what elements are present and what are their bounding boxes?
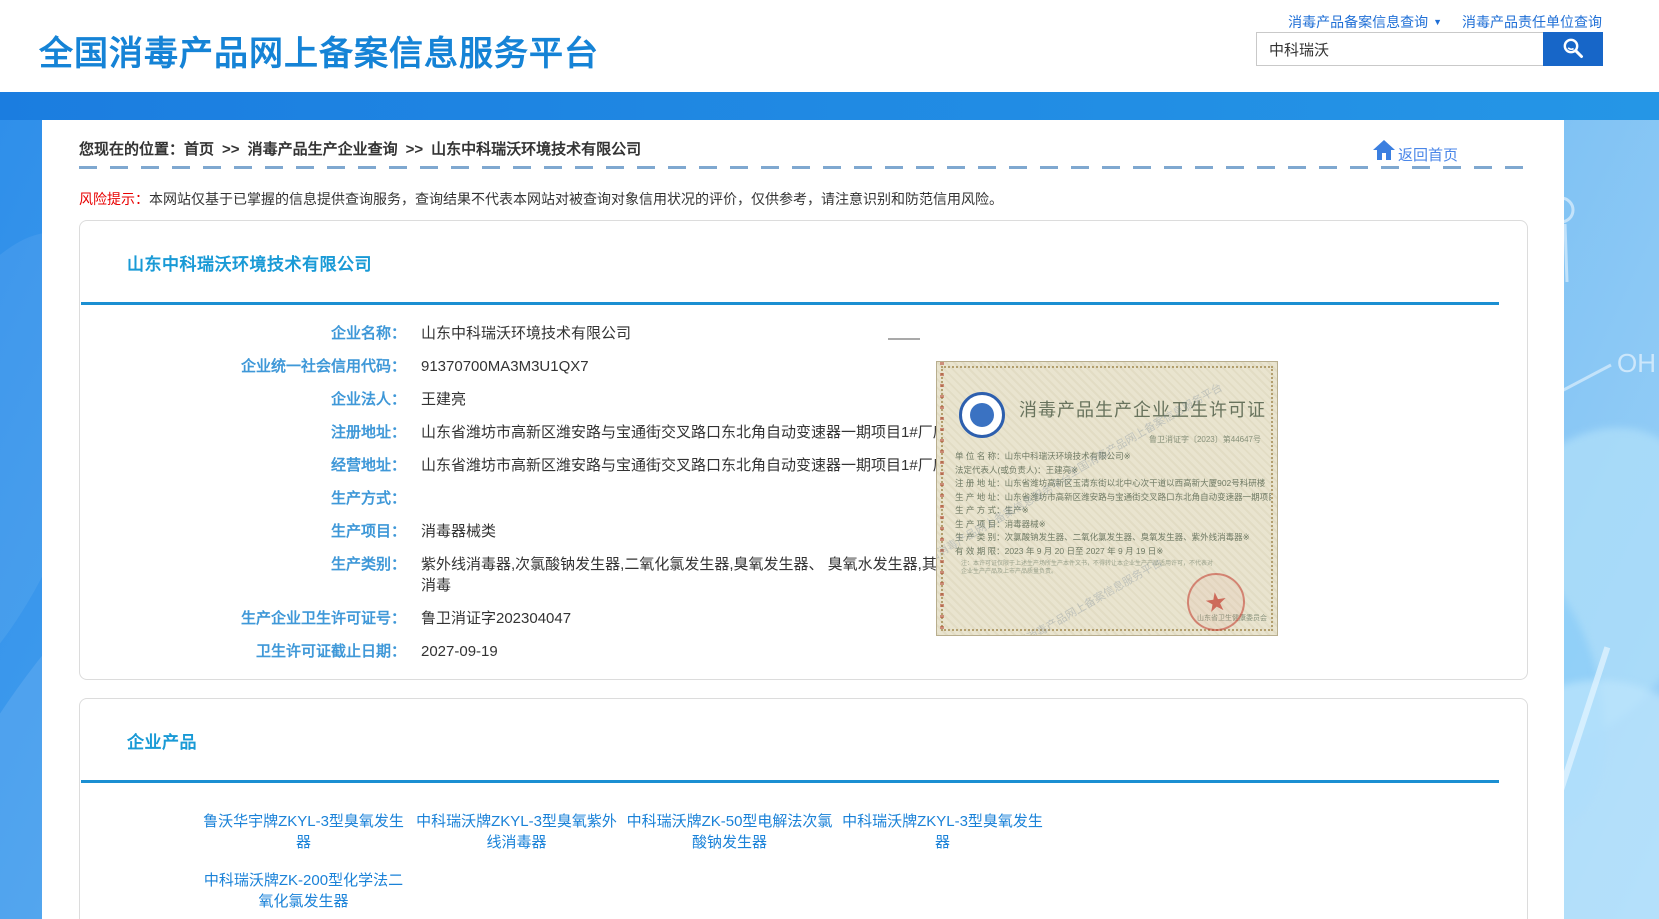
company-card-title: 山东中科瑞沃环境技术有限公司 xyxy=(127,250,372,275)
title-underline xyxy=(81,302,1499,305)
breadcrumb-separator: >> xyxy=(406,141,424,158)
company-info-card: 山东中科瑞沃环境技术有限公司 企业名称： 山东中科瑞沃环境技术有限公司 企业统一… xyxy=(79,220,1528,680)
breadcrumb-enterprise-query-link[interactable]: 消毒产品生产企业查询 xyxy=(248,141,398,158)
certificate-line: 生 产 方 式：生产※ xyxy=(955,504,1271,518)
risk-notice-label: 风险提示： xyxy=(79,191,149,207)
breadcrumb: 您现在的位置：首页 >> 消毒产品生产企业查询 >> 山东中科瑞沃环境技术有限公司 xyxy=(79,135,641,165)
breadcrumb-home-link[interactable]: 首页 xyxy=(184,141,214,158)
company-fields: 企业名称： 山东中科瑞沃环境技术有限公司 企业统一社会信用代码： 9137070… xyxy=(80,323,1080,674)
certificate-line: 生 产 地 址：山东省潍坊市高新区潍安路与宝通街交叉路口东北角自动变速器一期项目… xyxy=(955,491,1271,505)
certificate-line: 生 产 项 目：消毒器械※ xyxy=(955,518,1271,532)
field-row-registered-address: 注册地址： 山东省潍坊市高新区潍安路与宝通街交叉路口东北角自动变速器一期项目1#… xyxy=(80,422,1080,443)
field-row-credit-code: 企业统一社会信用代码： 91370700MA3M3U1QX7 xyxy=(80,356,1080,377)
field-value: 91370700MA3M3U1QX7 xyxy=(421,356,996,377)
field-label: 生产方式： xyxy=(80,488,406,509)
certificate-number: 鲁卫消证字〔2023〕第44647号 xyxy=(1149,434,1261,445)
red-seal-icon: ★ xyxy=(1183,569,1249,635)
field-row-legal-person: 企业法人： 王建亮 xyxy=(80,389,1080,410)
field-value: 王建亮 xyxy=(421,389,996,410)
title-underline xyxy=(81,780,1499,783)
chevron-down-icon: ▼ xyxy=(1433,17,1442,27)
product-link[interactable]: 鲁沃华宇牌ZKYL-3型臭氧发生器 xyxy=(197,811,410,853)
svg-text:OH: OH xyxy=(1617,348,1656,378)
nav-backup-info-query[interactable]: 消毒产品备案信息查询 ▼ xyxy=(1288,12,1442,32)
products-card-title: 企业产品 xyxy=(127,728,197,753)
breadcrumb-current: 山东中科瑞沃环境技术有限公司 xyxy=(431,141,641,158)
certificate-note: 注：本许可证仅限于上述生产场所生产本件文书，不得转让本企业生产产品适用许可，不代… xyxy=(961,560,1217,576)
product-link[interactable]: 中科瑞沃牌ZK-50型电解法次氯酸钠发生器 xyxy=(623,811,836,853)
field-label: 卫生许可证截止日期： xyxy=(80,641,406,662)
certificate-line: 法定代表人(或负责人)：王建亮※ xyxy=(955,464,1271,478)
product-list: 鲁沃华宇牌ZKYL-3型臭氧发生器 中科瑞沃牌ZKYL-3型臭氧紫外线消毒器 中… xyxy=(197,811,1062,919)
field-value: 山东省潍坊市高新区潍安路与宝通街交叉路口东北角自动变速器一期项目1#厂房 xyxy=(421,455,996,476)
field-label: 经营地址： xyxy=(80,455,406,476)
field-row-license-number: 生产企业卫生许可证号： 鲁卫消证字202304047 xyxy=(80,608,1080,629)
field-row-business-address: 经营地址： 山东省潍坊市高新区潍安路与宝通街交叉路口东北角自动变速器一期项目1#… xyxy=(80,455,1080,476)
certificate-body: 单 位 名 称：山东中科瑞沃环境技术有限公司※ 法定代表人(或负责人)：王建亮※… xyxy=(955,450,1271,558)
top-nav: 消毒产品备案信息查询 ▼ 消毒产品责任单位查询 xyxy=(1288,12,1602,32)
breadcrumb-separator: >> xyxy=(222,141,240,158)
risk-notice: 风险提示：本网站仅基于已掌握的信息提供查询服务，查询结果不代表本网站对被查询对象… xyxy=(79,189,1003,209)
field-label: 生产类别： xyxy=(80,554,406,575)
site-title: 全国消毒产品网上备案信息服务平台 xyxy=(39,26,599,75)
field-row-license-expiry: 卫生许可证截止日期： 2027-09-19 xyxy=(80,641,1080,662)
home-icon xyxy=(1372,139,1396,165)
certificate-line: 有 效 期 限：2023 年 9 月 20 日至 2027 年 9 月 19 日… xyxy=(955,545,1271,559)
product-link[interactable]: 中科瑞沃牌ZKYL-3型臭氧紫外线消毒器 xyxy=(410,811,623,853)
search-input[interactable] xyxy=(1256,32,1543,66)
field-row-production-category: 生产类别： 紫外线消毒器,次氯酸钠发生器,二氧化氯发生器,臭氧发生器、 臭氧水发… xyxy=(80,554,1080,596)
search-bar xyxy=(1256,32,1603,66)
field-label: 企业统一社会信用代码： xyxy=(80,356,406,377)
field-value: 山东中科瑞沃环境技术有限公司 xyxy=(421,323,996,344)
product-link[interactable]: 中科瑞沃牌ZK-200型化学法二氧化氯发生器 xyxy=(197,870,410,912)
risk-notice-text: 本网站仅基于已掌握的信息提供查询服务，查询结果不代表本网站对被查询对象信用状况的… xyxy=(149,191,1003,207)
field-value: 2027-09-19 xyxy=(421,641,996,662)
header-blue-band xyxy=(0,92,1659,120)
products-card: 企业产品 鲁沃华宇牌ZKYL-3型臭氧发生器 中科瑞沃牌ZKYL-3型臭氧紫外线… xyxy=(79,698,1528,919)
hygiene-license-certificate-image: 消毒产品生产企业卫生许可证 鲁卫消证字〔2023〕第44647号 单 位 名 称… xyxy=(936,361,1278,636)
field-value: 紫外线消毒器,次氯酸钠发生器,二氧化氯发生器,臭氧发生器、 臭氧水发生器,其他器… xyxy=(421,554,996,596)
back-home-link[interactable]: 返回首页 xyxy=(1372,135,1458,165)
breadcrumb-prefix: 您现在的位置： xyxy=(79,141,184,158)
certificate-line: 生 产 类 别：次氯酸钠发生器、二氧化氯发生器、臭氧发生器、紫外线消毒器※ xyxy=(955,531,1271,545)
nav-responsible-unit-query[interactable]: 消毒产品责任单位查询 xyxy=(1462,12,1602,32)
field-row-company-name: 企业名称： 山东中科瑞沃环境技术有限公司 xyxy=(80,323,1080,344)
nav-responsible-unit-query-label: 消毒产品责任单位查询 xyxy=(1462,12,1602,32)
product-link[interactable]: 中科瑞沃牌ZKYL-3型臭氧发生器 xyxy=(836,811,1049,853)
field-label: 注册地址： xyxy=(80,422,406,443)
field-value: 鲁卫消证字202304047 xyxy=(421,608,996,629)
certificate-line: 单 位 名 称：山东中科瑞沃环境技术有限公司※ xyxy=(955,450,1271,464)
header: 全国消毒产品网上备案信息服务平台 消毒产品备案信息查询 ▼ 消毒产品责任单位查询 xyxy=(0,0,1659,92)
nav-backup-info-query-label: 消毒产品备案信息查询 xyxy=(1288,12,1428,32)
field-row-production-project: 生产项目： 消毒器械类 xyxy=(80,521,1080,542)
field-label: 企业名称： xyxy=(80,323,406,344)
field-row-production-mode: 生产方式： xyxy=(80,488,1080,509)
certificate-line: 注 册 地 址：山东省潍坊高新区玉清东街以北中心次干道以西高新大厦902号科研楼 xyxy=(955,477,1271,491)
content-panel: 您现在的位置：首页 >> 消毒产品生产企业查询 >> 山东中科瑞沃环境技术有限公司 返回… xyxy=(42,120,1564,919)
certificate-emblem-icon xyxy=(959,392,1005,438)
search-icon xyxy=(1561,36,1585,63)
field-value: 消毒器械类 xyxy=(421,521,996,542)
field-label: 企业法人： xyxy=(80,389,406,410)
certificate-punch-holes xyxy=(940,362,944,635)
field-label: 生产企业卫生许可证号： xyxy=(80,608,406,629)
search-button[interactable] xyxy=(1543,32,1603,66)
dashed-divider xyxy=(79,166,1530,169)
certificate-scan-edge-mark xyxy=(888,338,920,340)
back-home-label: 返回首页 xyxy=(1398,144,1458,165)
certificate-title: 消毒产品生产企业卫生许可证 xyxy=(1019,396,1275,422)
field-value: 山东省潍坊市高新区潍安路与宝通街交叉路口东北角自动变速器一期项目1#厂房 xyxy=(421,422,996,443)
field-label: 生产项目： xyxy=(80,521,406,542)
